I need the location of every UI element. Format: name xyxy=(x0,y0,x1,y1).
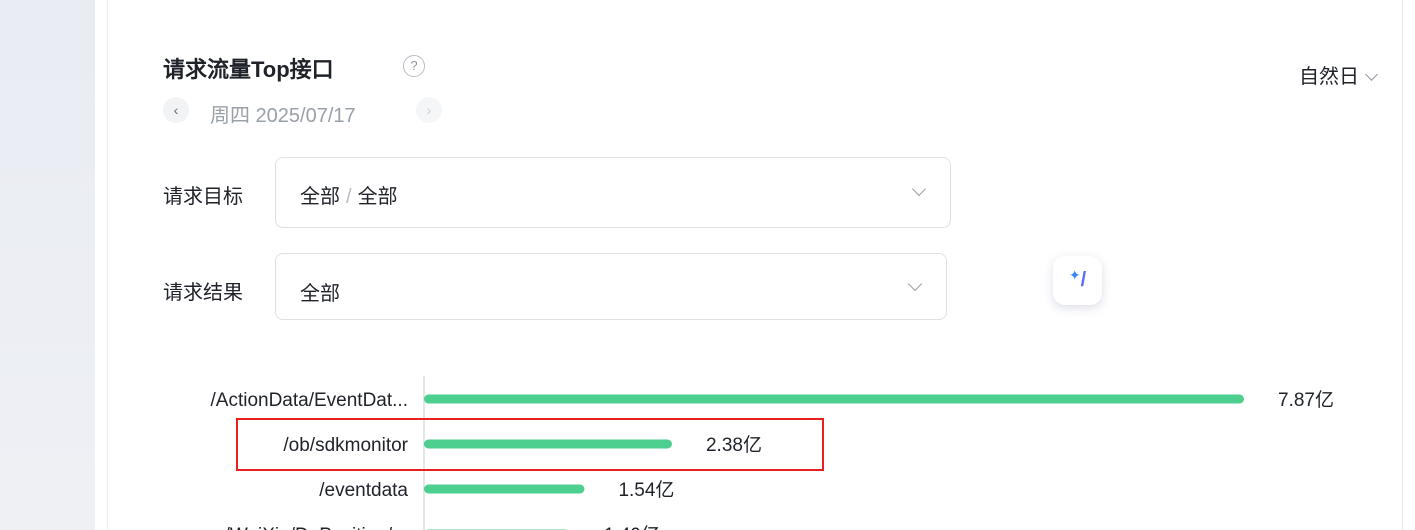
target-filter-label: 请求目标 xyxy=(163,186,243,208)
period-select[interactable]: 自然日 xyxy=(1299,60,1378,89)
bar[interactable] xyxy=(424,484,585,494)
bar-category-label: /ActionData/EventDat... xyxy=(211,390,409,411)
bar-value-label: 1.54亿 xyxy=(618,479,674,501)
bar-value-label: 1.40亿 xyxy=(604,524,660,530)
widget-title: 请求流量Top接口 xyxy=(163,57,334,82)
bar[interactable] xyxy=(424,394,1244,404)
target-select-value-2: 全部 xyxy=(357,186,398,208)
period-select-label: 自然日 xyxy=(1299,66,1359,88)
bar-category-label: /WeiXin/DoPosition/... xyxy=(225,525,408,530)
target-select-separator: / xyxy=(346,186,352,208)
chevron-down-icon xyxy=(911,181,927,197)
chevron-down-icon xyxy=(1365,68,1378,81)
date-label: 周四 2025/07/17 xyxy=(210,105,356,127)
target-select-value-1: 全部 xyxy=(300,186,340,208)
target-select[interactable]: 全部 / 全部 xyxy=(275,157,951,228)
result-filter-label: 请求结果 xyxy=(163,282,243,304)
bar-category-label: /eventdata xyxy=(319,480,408,501)
highlight-box xyxy=(236,418,824,471)
chevron-down-icon xyxy=(907,276,923,292)
chevron-right-icon[interactable]: › xyxy=(416,97,442,123)
result-select-value: 全部 xyxy=(300,283,340,305)
magic-wand-icon[interactable]: ✦/ xyxy=(1053,256,1102,305)
bar-value-label: 7.87亿 xyxy=(1278,389,1334,411)
target-select-value: 全部 / 全部 xyxy=(300,180,398,209)
question-circle-icon[interactable]: ? xyxy=(403,55,425,77)
result-select[interactable]: 全部 xyxy=(275,253,947,320)
chevron-left-icon[interactable]: ‹ xyxy=(163,97,189,123)
